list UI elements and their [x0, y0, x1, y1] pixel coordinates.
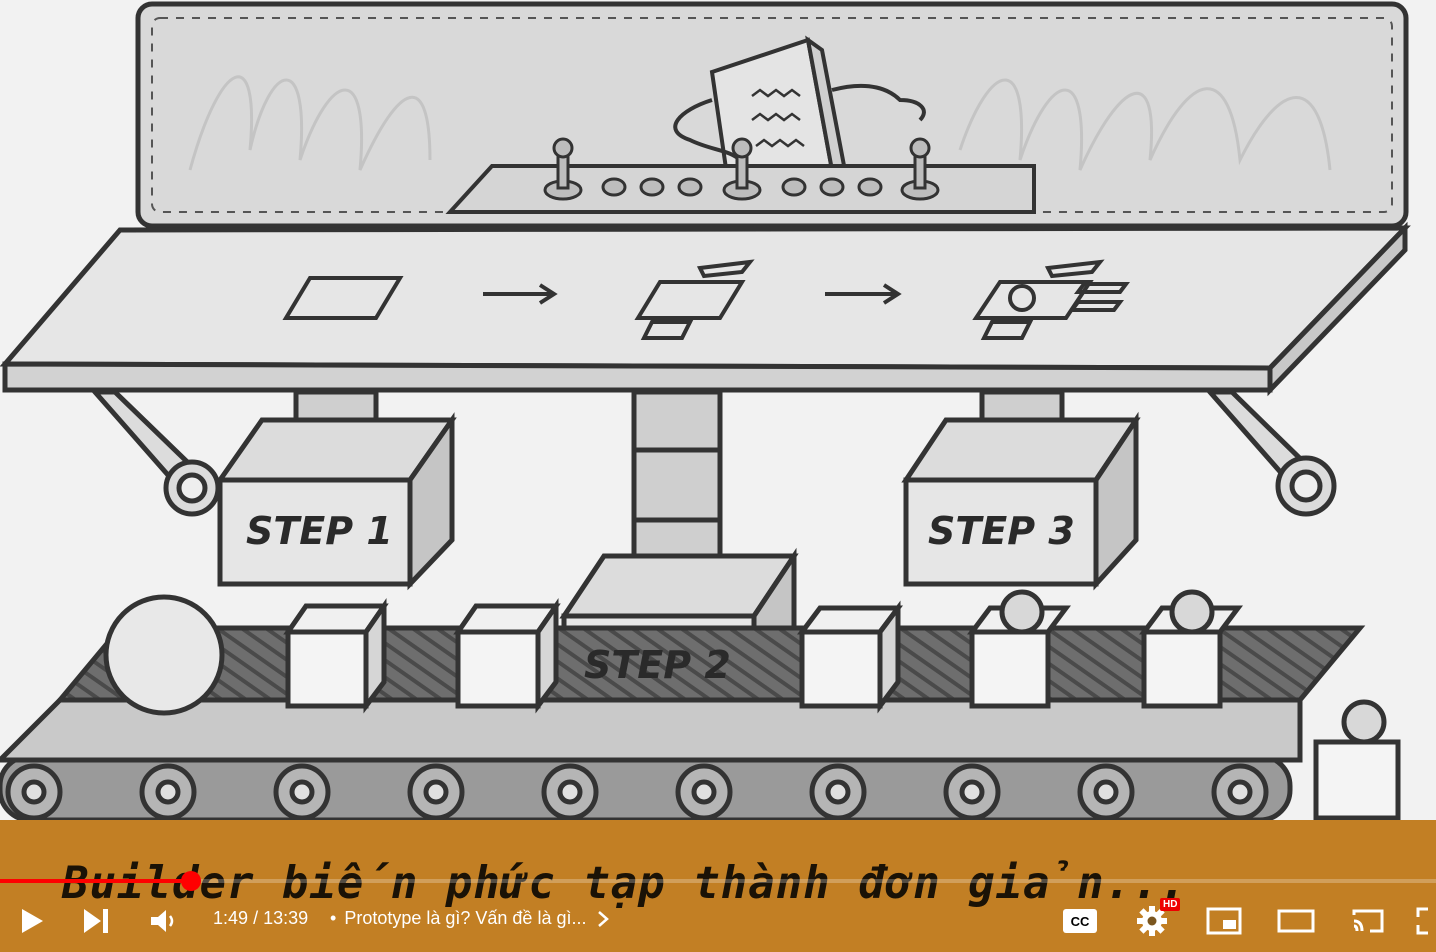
captions-icon: CC	[1063, 909, 1097, 933]
conveyor-roller-hub	[21, 779, 47, 805]
next-icon	[84, 909, 108, 933]
time-separator: /	[253, 908, 259, 928]
miniplayer-icon	[1206, 907, 1242, 935]
conveyor-roller-hub	[1093, 779, 1119, 805]
video-player[interactable]: STEP 1 STEP 2 STEP 3 Builder biến phức t…	[0, 0, 1436, 952]
conveyor-roller-hub	[959, 779, 985, 805]
step-1-label: STEP 1	[246, 509, 393, 553]
chapter-button[interactable]: • Prototype là gì? Vấn đề là gì...	[330, 908, 612, 929]
conveyor-roller-hub	[289, 779, 315, 805]
conveyor-roller-hub	[423, 779, 449, 805]
progress-played	[0, 879, 191, 883]
conveyor-roller-hub	[825, 779, 851, 805]
cast-icon	[1352, 909, 1384, 933]
theater-mode-button[interactable]	[1274, 890, 1318, 952]
conveyor-roller-hub	[691, 779, 717, 805]
fullscreen-button[interactable]	[1414, 890, 1436, 952]
next-button[interactable]	[74, 890, 118, 952]
play-button[interactable]	[10, 890, 54, 952]
current-time: 1:49	[213, 908, 249, 928]
time-display: 1:49 / 13:39	[213, 908, 308, 929]
progress-track[interactable]	[0, 879, 1436, 883]
volume-icon	[151, 910, 174, 932]
conveyor-roller-hub	[155, 779, 181, 805]
chapter-title: Prototype là gì? Vấn đề là gì...	[344, 908, 587, 928]
step-3-label: STEP 3	[928, 509, 1075, 553]
progress-scrubber[interactable]	[181, 871, 201, 891]
video-frame: STEP 1 STEP 2 STEP 3	[0, 1, 1411, 823]
chevron-right-icon	[598, 910, 610, 927]
miniplayer-button[interactable]	[1202, 890, 1246, 952]
fullscreen-icon	[1416, 907, 1428, 935]
volume-button[interactable]	[142, 890, 186, 952]
cast-button[interactable]	[1346, 890, 1390, 952]
progress-bar[interactable]	[0, 871, 1436, 891]
conveyor-roller-hub	[557, 779, 583, 805]
theater-icon	[1277, 909, 1315, 933]
video-duration: 13:39	[263, 908, 309, 928]
captions-button[interactable]: CC	[1058, 890, 1102, 952]
cc-label: CC	[1071, 914, 1090, 929]
play-icon	[22, 909, 43, 933]
step-2-label: STEP 2	[584, 643, 731, 687]
conveyor-roller-hub	[1227, 779, 1253, 805]
hd-badge: HD	[1160, 898, 1181, 911]
chapter-dot: •	[330, 908, 337, 928]
